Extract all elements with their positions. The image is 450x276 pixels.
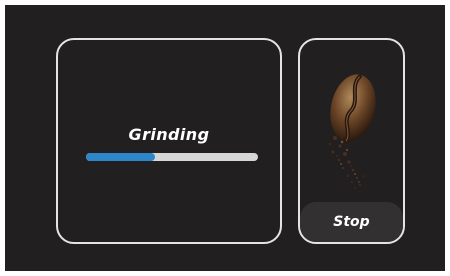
grinding-progress-bar: [86, 153, 258, 161]
bean-panel: Stop: [298, 38, 405, 244]
coffee-bean-image: [329, 74, 376, 189]
grinder-screen: Grinding Stop: [5, 5, 445, 271]
grinding-progress-fill: [86, 153, 155, 161]
stop-button[interactable]: Stop: [300, 202, 403, 242]
status-label: Grinding: [128, 125, 210, 144]
grinding-status-card: Grinding: [56, 38, 282, 244]
